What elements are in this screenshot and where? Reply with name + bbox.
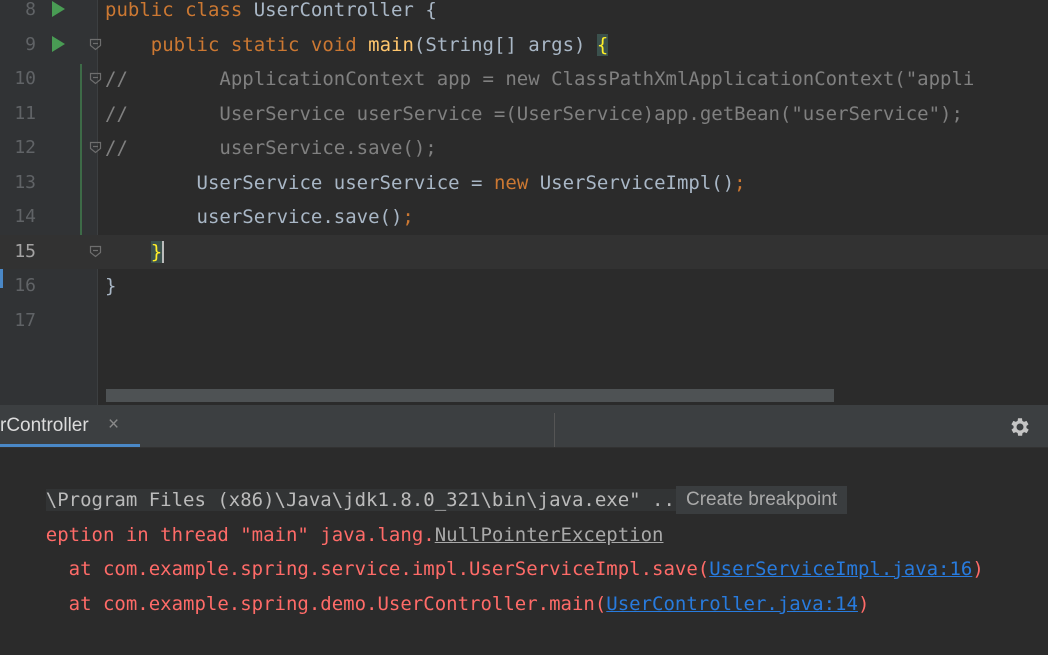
code-editor[interactable]: 8 public class UserController {9 public s…: [0, 0, 1048, 405]
tab-label[interactable]: rController: [0, 415, 89, 437]
run-gutter-icon[interactable]: [52, 1, 65, 17]
matched-brace: {: [596, 33, 609, 56]
run-tool-window: rController × \Program Files (x86)\Java\…: [0, 405, 1048, 615]
code-token: userService.save(): [105, 206, 403, 228]
code-token: ;: [402, 206, 414, 228]
gear-icon[interactable]: [1008, 415, 1032, 439]
stack-trace-line: at com.example.spring.demo.UserControlle…: [0, 553, 870, 615]
code-token: new: [493, 171, 540, 194]
code-text[interactable]: }: [105, 235, 165, 269]
code-text[interactable]: }: [105, 269, 116, 303]
code-token: }: [105, 275, 117, 297]
code-token: class: [185, 0, 254, 21]
line-number[interactable]: 14: [0, 200, 36, 234]
line-number[interactable]: 11: [0, 97, 36, 131]
code-line[interactable]: 17: [0, 304, 1048, 338]
code-text[interactable]: // userService.save();: [105, 131, 437, 165]
code-token: ;: [734, 171, 746, 194]
console-exception-line: eption in thread "main" java.lang.NullPo…: [0, 484, 664, 546]
code-token: // userService.save();: [105, 137, 437, 159]
code-line[interactable]: 14 userService.save();: [0, 200, 1048, 234]
line-number[interactable]: 9: [0, 28, 36, 62]
code-text[interactable]: public static void main(String[] args) {: [105, 28, 609, 62]
code-text[interactable]: userService.save();: [105, 200, 414, 234]
tab-user-controller[interactable]: rController ×: [0, 405, 140, 447]
line-number[interactable]: 17: [0, 304, 36, 338]
code-token: public: [105, 0, 186, 21]
source-link[interactable]: UserController.java:14: [606, 593, 858, 615]
text-caret: [162, 241, 165, 263]
line-number[interactable]: 10: [0, 62, 36, 96]
console-command-line: \Program Files (x86)\Java\jdk1.8.0_321\b…: [0, 449, 691, 511]
divider: [554, 413, 555, 447]
run-tab-bar: rController ×: [0, 405, 1048, 448]
line-number[interactable]: 12: [0, 131, 36, 165]
code-text[interactable]: // UserService userService =(UserService…: [105, 97, 963, 131]
fold-icon[interactable]: [89, 38, 102, 51]
code-token: void: [310, 33, 369, 56]
code-line[interactable]: 10 // ApplicationContext app = new ClassP…: [0, 62, 1048, 96]
code-token: {: [425, 0, 437, 21]
trace-text: at com.example.spring.demo.UserControlle…: [45, 593, 607, 615]
horizontal-scrollbar[interactable]: [106, 389, 834, 402]
code-token: // ApplicationContext app = new ClassPat…: [105, 68, 975, 90]
code-text[interactable]: // ApplicationContext app = new ClassPat…: [105, 62, 974, 96]
code-token: public: [150, 33, 231, 56]
create-breakpoint-tooltip[interactable]: Create breakpoint: [676, 486, 848, 514]
fold-icon[interactable]: [89, 245, 102, 258]
active-tab-indicator: [0, 444, 140, 447]
code-line[interactable]: 15 }: [0, 234, 1048, 269]
code-line[interactable]: 8 public class UserController {: [0, 0, 1048, 27]
code-line[interactable]: 13 UserService userService = new UserSer…: [0, 166, 1048, 200]
trace-suffix: ): [972, 558, 984, 580]
run-gutter-icon[interactable]: [52, 35, 65, 52]
code-token: main: [368, 33, 414, 56]
code-token: UserServiceImpl(): [539, 171, 735, 194]
line-number[interactable]: 13: [0, 166, 36, 200]
code-token: static: [230, 33, 311, 56]
code-text[interactable]: UserService userService = new UserServic…: [105, 166, 746, 200]
code-line[interactable]: 16}: [0, 269, 1048, 303]
line-number[interactable]: 15: [0, 235, 36, 269]
code-token: UserController: [253, 0, 426, 21]
code-line[interactable]: 12 // userService.save();: [0, 131, 1048, 165]
stack-trace-line: at com.example.spring.service.impl.UserS…: [0, 518, 984, 580]
code-token: // UserService userService =(UserService…: [105, 102, 963, 125]
code-line[interactable]: 11 // UserService userService =(UserServi…: [0, 97, 1048, 131]
trace-suffix: ): [857, 593, 870, 615]
code-line[interactable]: 9 public static void main(String[] args)…: [0, 28, 1048, 62]
code-token: UserService userService =: [105, 171, 494, 194]
fold-icon[interactable]: [89, 72, 102, 85]
matched-brace: }: [150, 240, 163, 263]
line-number[interactable]: 16: [0, 269, 36, 303]
code-token: (String[] args): [413, 33, 597, 56]
fold-icon[interactable]: [89, 141, 102, 154]
line-number[interactable]: 8: [0, 0, 36, 27]
code-text[interactable]: public class UserController {: [105, 0, 437, 27]
close-icon[interactable]: ×: [108, 414, 119, 436]
